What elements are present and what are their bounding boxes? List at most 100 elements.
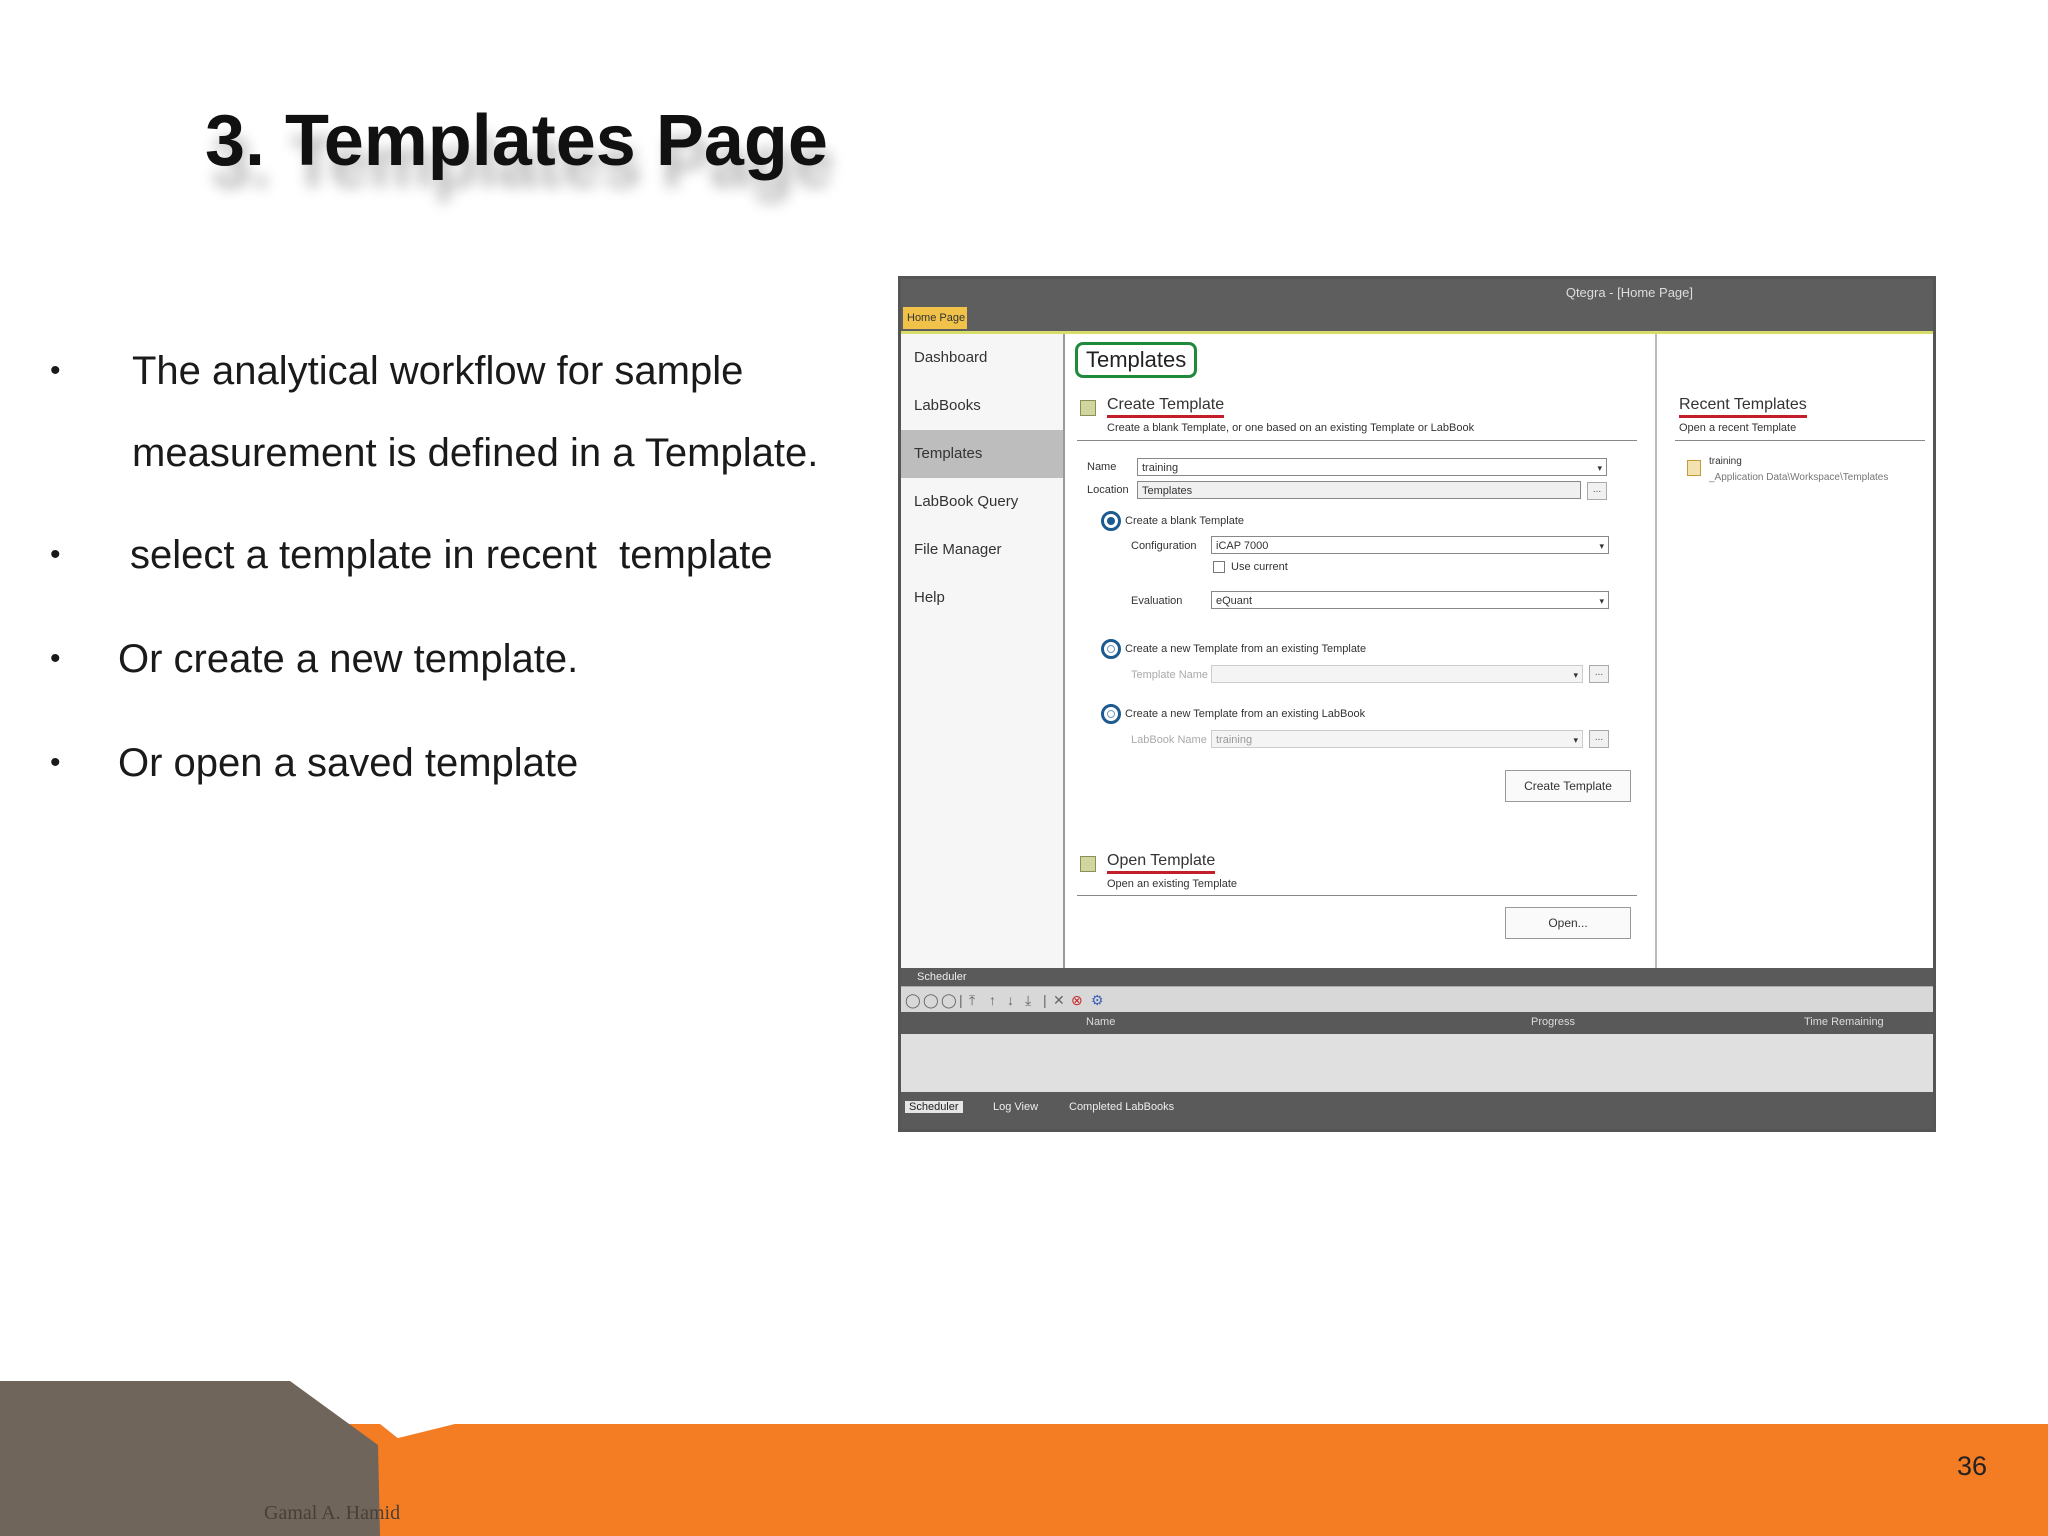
create-template-title: Create Template [1107, 396, 1225, 418]
footer-orange-overlap [380, 1424, 520, 1536]
nav-file-manager[interactable]: File Manager [901, 526, 1063, 574]
bullet-dot: • [50, 746, 61, 779]
labbook-name-value: training [1216, 734, 1253, 746]
bullet-item: • select a template in recent template [50, 514, 880, 596]
bullet-dot: • [50, 538, 61, 571]
bullet-item: • Or create a new template. [50, 618, 880, 700]
section-divider [1675, 440, 1925, 441]
app-screenshot: Qtegra - [Home Page] Home Page Dashboard… [898, 276, 1936, 1132]
labbook-browse-button[interactable]: ... [1589, 730, 1609, 748]
remove-icon[interactable]: ✕ [1053, 992, 1065, 1009]
template-name-select[interactable]: ▾ [1211, 665, 1583, 683]
bullet-text: Or open a saved template [118, 741, 579, 785]
option-blank-label: Create a blank Template [1125, 515, 1245, 527]
templates-content: Templates Create Template Create a blank… [1065, 334, 1655, 968]
open-template-title: Open Template [1107, 852, 1216, 874]
nav-labbooks[interactable]: LabBooks [901, 382, 1063, 430]
name-input[interactable]: training ▾ [1137, 458, 1607, 476]
evaluation-label: Evaluation [1131, 595, 1183, 607]
recent-templates-panel: Recent Templates Open a recent Template … [1655, 334, 1933, 968]
bullet-item: • Or open a saved template [50, 722, 880, 804]
use-current-checkbox[interactable] [1213, 561, 1225, 573]
bottom-tab-bar: Scheduler Log View Completed LabBooks [901, 1092, 1933, 1129]
nav-labbook-query[interactable]: LabBook Query [901, 478, 1063, 526]
location-input[interactable]: Templates [1137, 481, 1581, 499]
scheduler-header: Scheduler [901, 968, 1933, 986]
location-value: Templates [1142, 485, 1193, 497]
play-icon[interactable]: ◯ [905, 992, 921, 1009]
evaluation-value: eQuant [1216, 595, 1253, 607]
nav-dashboard[interactable]: Dashboard [901, 334, 1063, 382]
column-header-progress[interactable]: Progress [1531, 1016, 1575, 1028]
recent-templates-title: Recent Templates [1679, 396, 1807, 418]
option-from-labbook-label: Create a new Template from an existing L… [1125, 708, 1366, 720]
dropdown-arrow-icon: ▾ [1573, 670, 1578, 680]
create-template-subtitle: Create a blank Template, or one based on… [1107, 422, 1475, 434]
open-button[interactable]: Open... [1505, 907, 1631, 939]
pause-icon[interactable]: ◯ [923, 992, 939, 1009]
page-number: 36 [1956, 1451, 1987, 1481]
dropdown-arrow-icon: ▾ [1597, 463, 1602, 473]
option-from-template-label: Create a new Template from an existing T… [1125, 643, 1367, 655]
author-credit: Gamal A. Hamid [264, 1502, 401, 1524]
template-name-label: Template Name [1131, 669, 1209, 681]
scheduler-grid-body [901, 1034, 1933, 1092]
slide-title: 3. Templates Page [205, 101, 828, 181]
app-titlebar: Qtegra - [Home Page] [901, 279, 1933, 305]
stop-icon[interactable]: ◯ [941, 992, 957, 1009]
home-page-tab[interactable]: Home Page [903, 307, 967, 329]
radio-from-labbook[interactable] [1101, 704, 1121, 724]
separator-icon: | [1043, 992, 1047, 1008]
bullet-text: Or create a new template. [118, 637, 579, 681]
move-top-icon[interactable]: ⤒ [969, 992, 975, 1009]
open-template-icon [1080, 856, 1096, 872]
bullet-dot: • [50, 354, 61, 387]
radio-from-template[interactable] [1101, 639, 1121, 659]
nav-help[interactable]: Help [901, 574, 1063, 622]
section-divider [1077, 440, 1637, 441]
bullet-text: select a template in recent template [130, 533, 773, 577]
recent-templates-subtitle: Open a recent Template [1679, 422, 1797, 434]
open-template-subtitle: Open an existing Template [1107, 878, 1238, 890]
labbook-name-label: LabBook Name [1131, 734, 1207, 746]
dropdown-arrow-icon: ▾ [1599, 541, 1604, 551]
scheduler-grid-header: Name Progress Time Remaining [901, 1012, 1933, 1034]
templates-heading: Templates [1075, 342, 1198, 378]
template-browse-button[interactable]: ... [1589, 665, 1609, 683]
bullet-item: • The analytical workflow for sample mea… [50, 330, 880, 494]
radio-blank-template[interactable] [1101, 511, 1121, 531]
create-template-button[interactable]: Create Template [1505, 770, 1631, 802]
evaluation-select[interactable]: eQuant ▾ [1211, 591, 1609, 609]
move-bottom-icon[interactable]: ⤓ [1025, 992, 1031, 1009]
recent-item-path[interactable]: _Application Data\Workspace\Templates [1709, 472, 1888, 483]
separator-icon: | [959, 992, 963, 1008]
use-current-label: Use current [1231, 561, 1288, 573]
bullet-text: The analytical workflow for sample measu… [132, 349, 819, 475]
name-value: training [1142, 462, 1179, 474]
location-browse-button[interactable]: ... [1587, 482, 1607, 500]
bullet-list: • The analytical workflow for sample mea… [50, 330, 880, 804]
configuration-value: iCAP 7000 [1216, 540, 1269, 552]
template-file-icon [1687, 460, 1701, 476]
create-template-icon [1080, 400, 1096, 416]
configuration-label: Configuration [1131, 540, 1197, 552]
app-sidebar: Dashboard LabBooks Templates LabBook Que… [901, 334, 1065, 968]
scheduler-toolbar: ◯ ◯ ◯ | ⤒ ↑ ↓ ⤓ | ✕ ⊗ ⚙ [901, 986, 1933, 1013]
tab-completed-labbooks[interactable]: Completed LabBooks [1069, 1101, 1174, 1113]
configuration-select[interactable]: iCAP 7000 ▾ [1211, 536, 1609, 554]
labbook-name-select[interactable]: training ▾ [1211, 730, 1583, 748]
tab-scheduler[interactable]: Scheduler [905, 1101, 963, 1113]
nav-templates[interactable]: Templates [901, 430, 1063, 478]
column-header-name[interactable]: Name [1086, 1016, 1115, 1028]
tab-log-view[interactable]: Log View [993, 1101, 1038, 1113]
column-header-time-remaining[interactable]: Time Remaining [1804, 1016, 1884, 1028]
cancel-icon[interactable]: ⊗ [1071, 992, 1083, 1009]
settings-icon[interactable]: ⚙ [1091, 992, 1104, 1009]
app-tabbar: Home Page [901, 305, 1933, 331]
recent-item-name[interactable]: training [1709, 456, 1742, 467]
location-label: Location [1087, 484, 1129, 496]
move-down-icon[interactable]: ↓ [1007, 992, 1014, 1008]
app-window-title: Qtegra - [Home Page] [1565, 285, 1693, 300]
move-up-icon[interactable]: ↑ [989, 992, 996, 1008]
name-label: Name [1087, 461, 1117, 473]
